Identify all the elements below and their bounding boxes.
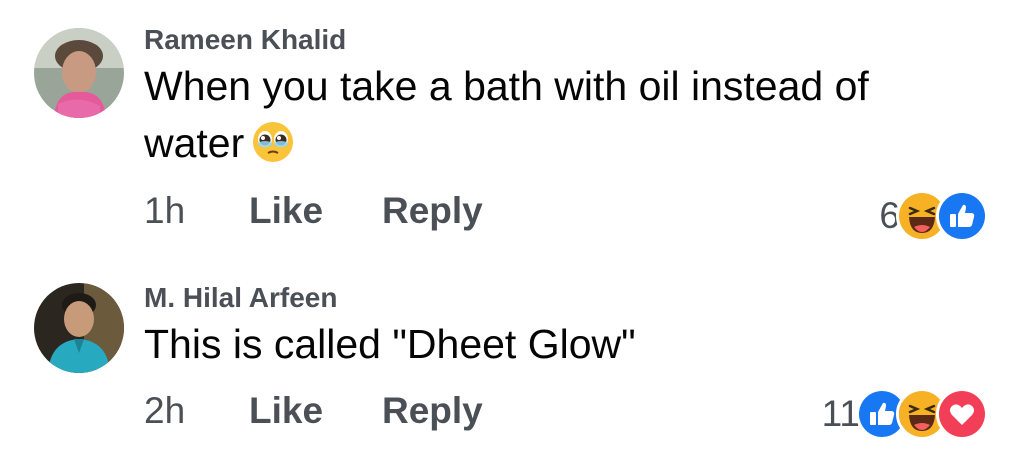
avatar[interactable] xyxy=(34,283,124,373)
reply-button[interactable]: Reply xyxy=(382,190,483,232)
comment-text: When you take a bath with oil instead of… xyxy=(144,58,964,172)
comment-timestamp: 1h xyxy=(144,190,186,231)
comment-text-line-1: When you take a bath with oil instead of xyxy=(144,63,869,109)
comment-author[interactable]: Rameen Khalid xyxy=(144,24,346,56)
like-button[interactable]: Like xyxy=(249,190,382,232)
pleading-face-icon xyxy=(250,119,296,165)
comment-actions: 1h Like Reply xyxy=(144,190,483,232)
reaction-summary[interactable]: 11 xyxy=(822,388,988,440)
avatar-image xyxy=(34,283,124,373)
avatar-image xyxy=(34,28,124,118)
avatar[interactable] xyxy=(34,28,124,118)
reaction-count: 11 xyxy=(821,393,860,434)
comment-timestamp: 2h xyxy=(144,390,186,431)
comment-author[interactable]: M. Hilal Arfeen xyxy=(144,282,337,314)
reaction-summary[interactable]: 6 xyxy=(879,190,988,242)
comment-text-line-2: water xyxy=(144,115,964,172)
love-icon xyxy=(936,388,988,440)
comment-actions: 2h Like Reply xyxy=(144,390,483,432)
like-button[interactable]: Like xyxy=(249,390,382,432)
like-icon xyxy=(936,190,988,242)
comment-text-line-2-text: water xyxy=(144,120,245,166)
comment-text: This is called "Dheet Glow" xyxy=(144,321,636,367)
reply-button[interactable]: Reply xyxy=(382,390,483,432)
